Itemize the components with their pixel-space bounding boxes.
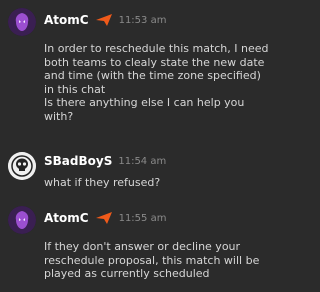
staff-badge-icon [95, 14, 112, 26]
author-name[interactable]: SBadBoyS [44, 154, 112, 168]
author-name[interactable]: AtomC [44, 211, 89, 225]
timestamp: 11:55 am [118, 212, 167, 224]
atomc-avatar-icon [8, 8, 36, 36]
avatar[interactable] [8, 152, 36, 180]
message-text: what if they refused? [44, 176, 161, 189]
author-name[interactable]: AtomC [44, 13, 89, 27]
avatar[interactable] [8, 206, 36, 234]
message-text: If they don't answer or decline your res… [44, 240, 260, 280]
atomc-avatar-icon [8, 206, 36, 234]
message-text: Is there anything else I can help you wi… [44, 96, 245, 123]
staff-badge-icon [95, 212, 112, 224]
timestamp: 11:53 am [118, 14, 167, 26]
avatar[interactable] [8, 8, 36, 36]
message-text: In order to reschedule this match, I nee… [44, 42, 269, 96]
skull-avatar-icon [8, 152, 36, 180]
timestamp: 11:54 am [118, 155, 167, 167]
